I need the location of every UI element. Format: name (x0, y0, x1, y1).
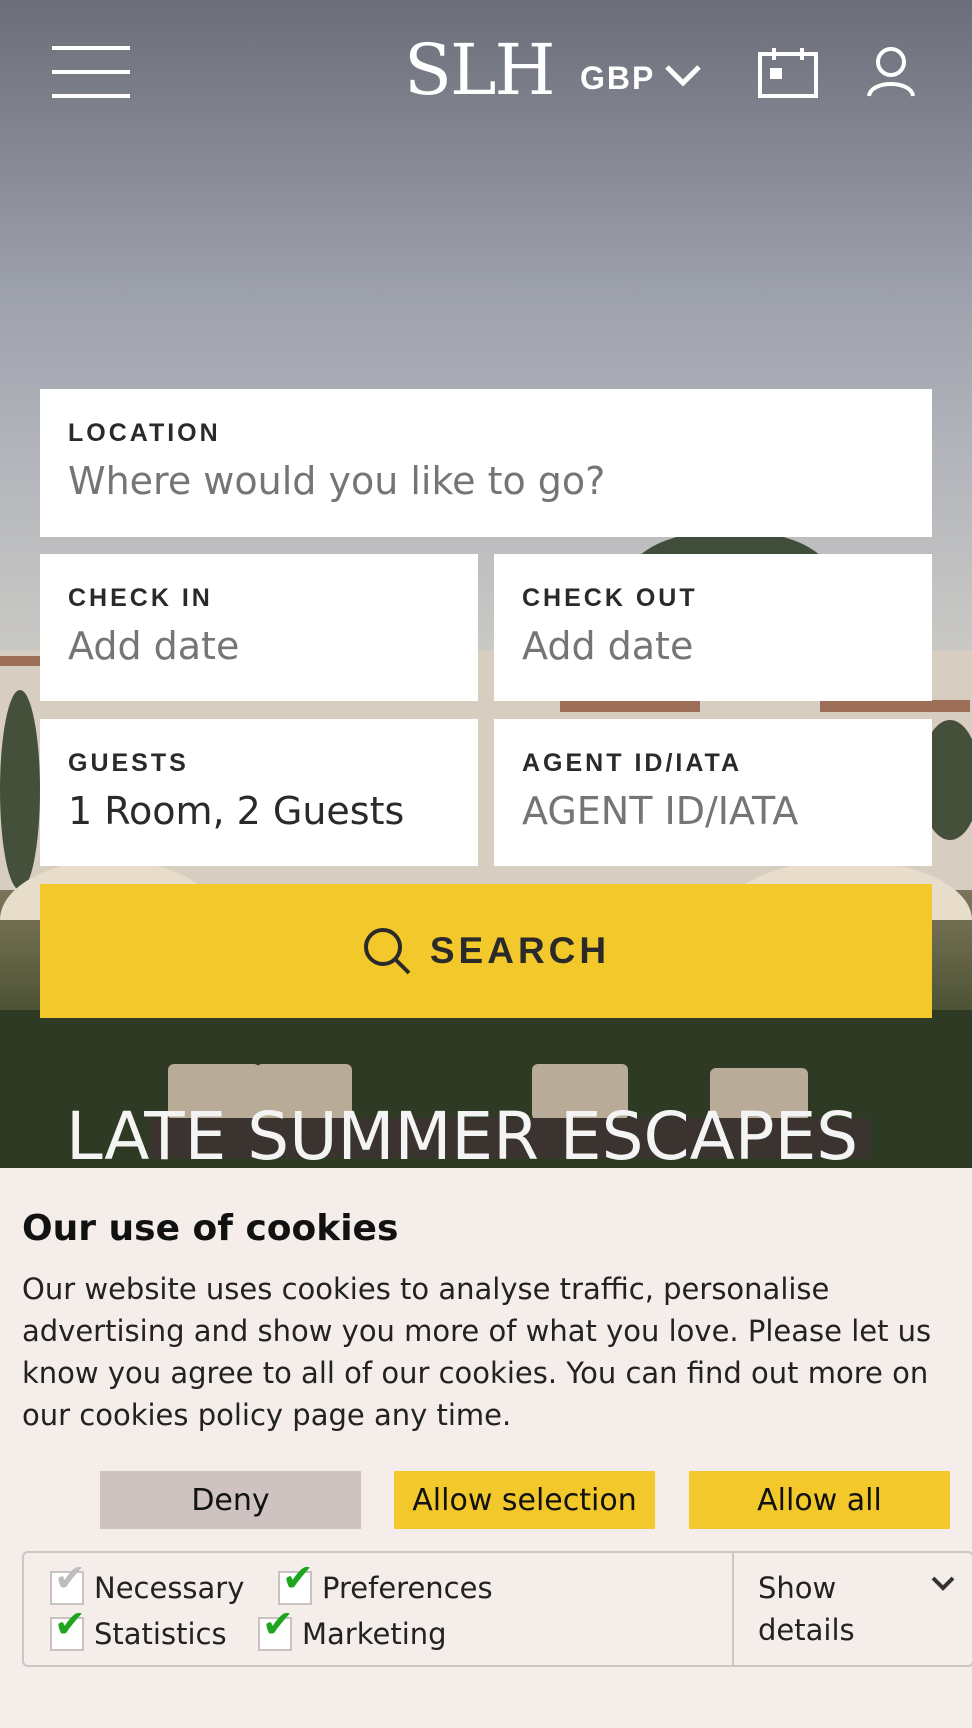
pref-necessary: ✔ Necessary (50, 1559, 245, 1605)
guests-value[interactable]: 1 Room, 2 Guests (68, 789, 450, 833)
pref-statistics[interactable]: ✔ Statistics (50, 1605, 227, 1651)
hero-roof (820, 700, 970, 712)
check-out-label: CHECK OUT (522, 584, 698, 612)
user-account-icon[interactable] (866, 46, 916, 98)
checkmark-icon: ✔ (54, 1602, 86, 1646)
hero-headline: LATE SUMMER ESCAPES (66, 1098, 859, 1175)
divider (732, 1553, 734, 1665)
chevron-down-icon[interactable] (930, 1575, 956, 1593)
agent-id-field[interactable]: AGENT ID/IATA (494, 719, 932, 866)
currency-selector[interactable]: GBP (580, 60, 655, 97)
calendar-icon[interactable] (758, 48, 818, 98)
check-out-field[interactable]: CHECK OUT (494, 554, 932, 701)
preferences-checkbox[interactable]: ✔ (278, 1559, 314, 1605)
search-button[interactable]: SEARCH (40, 884, 932, 1018)
guests-label: GUESTS (68, 749, 189, 777)
pref-label: Marketing (302, 1617, 447, 1651)
cookie-preferences: ✔ Necessary ✔ Preferences ✔ Statistics ✔… (22, 1551, 972, 1667)
check-in-field[interactable]: CHECK IN (40, 554, 478, 701)
allow-selection-button[interactable]: Allow selection (394, 1471, 655, 1529)
top-navigation: SLH GBP (0, 0, 972, 150)
check-in-label: CHECK IN (68, 584, 213, 612)
check-in-input[interactable] (68, 624, 450, 668)
checkmark-icon: ✔ (282, 1556, 314, 1600)
necessary-checkbox: ✔ (50, 1559, 86, 1605)
location-input[interactable] (68, 459, 904, 503)
pref-label: Statistics (94, 1617, 227, 1651)
location-label: LOCATION (68, 419, 221, 447)
guests-field[interactable]: GUESTS 1 Room, 2 Guests (40, 719, 478, 866)
chevron-down-icon[interactable] (664, 64, 702, 88)
cookie-title: Our use of cookies (22, 1208, 399, 1249)
search-button-label: SEARCH (429, 930, 611, 971)
hero-roof (560, 700, 700, 712)
check-out-input[interactable] (522, 624, 904, 668)
cookie-description: Our website uses cookies to analyse traf… (22, 1272, 932, 1432)
hero-roof (0, 656, 40, 666)
cookie-banner: Our use of cookies Our website uses cook… (0, 1168, 972, 1728)
checkmark-icon: ✔ (262, 1602, 294, 1646)
pref-preferences[interactable]: ✔ Preferences (278, 1559, 493, 1605)
show-details-link[interactable]: Show details (758, 1567, 878, 1651)
hero-palm (0, 690, 40, 890)
marketing-checkbox[interactable]: ✔ (258, 1605, 294, 1651)
brand-logo[interactable]: SLH (404, 30, 555, 110)
statistics-checkbox[interactable]: ✔ (50, 1605, 86, 1651)
deny-button[interactable]: Deny (100, 1471, 361, 1529)
hamburger-menu-icon[interactable] (52, 46, 130, 98)
allow-all-button[interactable]: Allow all (689, 1471, 950, 1529)
search-icon (363, 928, 411, 975)
agent-id-input[interactable] (522, 789, 904, 833)
pref-label: Necessary (94, 1571, 245, 1605)
location-field[interactable]: LOCATION (40, 389, 932, 537)
checkmark-icon: ✔ (54, 1556, 86, 1600)
pref-label: Preferences (322, 1571, 493, 1605)
pref-marketing[interactable]: ✔ Marketing (258, 1605, 447, 1651)
agent-id-label: AGENT ID/IATA (522, 749, 743, 777)
